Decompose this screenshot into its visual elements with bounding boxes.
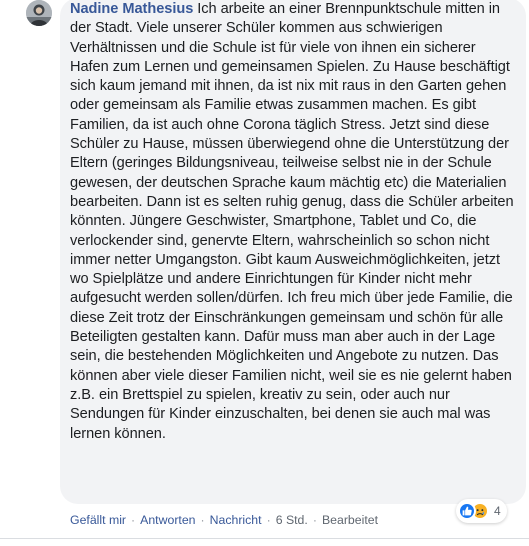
edited-label[interactable]: Bearbeitet — [322, 513, 378, 527]
comment-bubble: Nadine Mathesius Ich arbeite an einer Br… — [60, 0, 526, 504]
like-button[interactable]: Gefällt mir — [70, 513, 126, 527]
like-icon — [458, 502, 476, 520]
comment-actions: Gefällt mir · Antworten · Nachricht · 6 … — [70, 513, 378, 527]
avatar-image — [26, 0, 52, 26]
reply-button[interactable]: Antworten — [140, 513, 195, 527]
comment-body: Nadine Mathesius Ich arbeite an einer Br… — [70, 0, 516, 444]
divider — [0, 538, 529, 539]
reactions-summary[interactable]: 4 — [456, 499, 507, 523]
separator-dot: · — [200, 513, 205, 527]
separator-dot: · — [312, 513, 317, 527]
comment: Nadine Mathesius Ich arbeite an einer Br… — [0, 0, 529, 546]
avatar[interactable] — [26, 0, 52, 26]
timestamp[interactable]: 6 Std. — [276, 513, 308, 527]
separator-dot: · — [131, 513, 136, 527]
reaction-count: 4 — [494, 504, 501, 518]
comment-text: Ich arbeite an einer Brennpunktschule mi… — [70, 1, 514, 442]
separator-dot: · — [266, 513, 271, 527]
author-name[interactable]: Nadine Mathesius — [70, 1, 193, 17]
message-button[interactable]: Nachricht — [210, 513, 262, 527]
